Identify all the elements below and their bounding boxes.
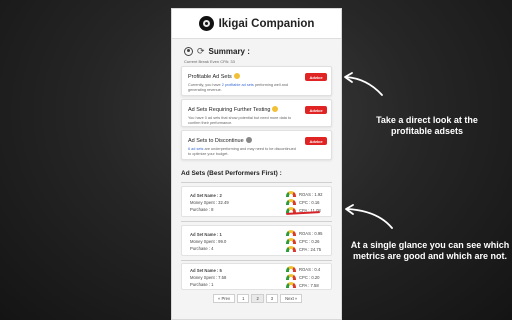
- annotation-note-metrics: At a single glance you can see which met…: [350, 240, 510, 262]
- adset-row[interactable]: Ad Set Name : 1 Money Spent : 99.0 Purch…: [181, 225, 332, 256]
- next-page-button[interactable]: Next »: [280, 294, 303, 303]
- refresh-icon[interactable]: ⟳: [197, 46, 205, 56]
- card-description: Currently, you have 2 profitable ad sets…: [188, 83, 288, 92]
- discontinue-count-link[interactable]: 6 ad sets: [188, 147, 203, 151]
- card-title: Ad Sets to Discontinue: [188, 138, 244, 144]
- gear-icon[interactable]: [184, 46, 193, 56]
- adset-row[interactable]: Ad Set Name : 5 Money Spent : 7.58 Purch…: [181, 263, 332, 290]
- page-2-button[interactable]: 2: [251, 294, 264, 303]
- annotation-note-profitable: Take a direct look at the profitable ads…: [376, 115, 478, 137]
- arrow-to-metrics-icon: [346, 208, 393, 229]
- breakeven-cpa: Current Break Even CPA: 33: [184, 59, 235, 64]
- discontinue-adsets-card: Ad Sets to Discontinue 6 ad sets are und…: [181, 130, 332, 160]
- profitable-count-link[interactable]: 2 profitable ad sets: [222, 83, 254, 87]
- arrow-to-profitable-icon: [345, 76, 383, 96]
- cpa-metric: CPA : 24.75: [286, 246, 321, 252]
- gauge-icon: [286, 274, 296, 280]
- advice-button[interactable]: Advice: [305, 106, 327, 114]
- adset-purchase: Purchase : 8: [190, 207, 214, 212]
- page-1-button[interactable]: 1: [237, 294, 250, 303]
- divider: [181, 260, 332, 261]
- adset-purchase: Purchase : 4: [190, 246, 214, 251]
- page-3-button[interactable]: 3: [265, 294, 279, 303]
- gauge-icon: [286, 266, 296, 272]
- gauge-icon: [286, 282, 296, 288]
- card-description: 6 ad sets are underperforming and may ne…: [188, 147, 296, 156]
- adset-name: Ad Set Name : 2: [190, 193, 222, 198]
- skull-icon: [245, 137, 252, 143]
- adset-spent: Money Spent : 99.0: [190, 239, 227, 244]
- card-description: You have 0 ad sets that show potential b…: [188, 116, 292, 125]
- cpa-metric: CPA : 7.58: [286, 282, 319, 288]
- app-header: Ikigai Companion: [172, 9, 341, 39]
- roas-metric: ROAS : 0.4: [286, 266, 320, 272]
- summary-header: ⟳ Summary :: [172, 39, 341, 57]
- cpc-metric: CPC : 0.26: [286, 238, 319, 244]
- testing-adsets-card: Ad Sets Requiring Further Testing You ha…: [181, 99, 332, 127]
- gauge-icon: [286, 230, 296, 236]
- adset-spent: Money Spent : 32.49: [190, 200, 229, 205]
- cpc-metric: CPC : 0.20: [286, 274, 319, 280]
- roas-metric: ROAS : 1.92: [286, 191, 323, 197]
- adset-name: Ad Set Name : 5: [190, 268, 222, 273]
- adset-name: Ad Set Name : 1: [190, 232, 222, 237]
- adset-spent: Money Spent : 7.58: [190, 275, 227, 280]
- roas-metric: ROAS : 0.95: [286, 230, 323, 236]
- summary-title: Summary :: [208, 46, 250, 56]
- gauge-icon: [286, 246, 296, 252]
- gauge-icon: [286, 238, 296, 244]
- card-title: Ad Sets Requiring Further Testing: [188, 107, 271, 113]
- advice-button[interactable]: Advice: [305, 73, 327, 81]
- pagination: « Prev 1 2 3 Next »: [213, 294, 303, 303]
- thinking-face-icon: [272, 106, 279, 112]
- advice-button[interactable]: Advice: [305, 137, 327, 145]
- adsets-section-title: Ad Sets (Best Performers First) :: [181, 170, 282, 177]
- divider: [181, 182, 332, 183]
- profitable-adsets-card: Profitable Ad Sets Currently, you have 2…: [181, 66, 332, 96]
- cpc-metric: CPC : 0.16: [286, 199, 319, 205]
- money-face-icon: [233, 73, 240, 79]
- gauge-icon: [286, 199, 296, 205]
- card-title: Profitable Ad Sets: [188, 74, 232, 80]
- gauge-icon: [286, 191, 296, 197]
- app-title: Ikigai Companion: [218, 17, 315, 30]
- divider: [181, 221, 332, 222]
- adset-purchase: Purchase : 1: [190, 282, 214, 287]
- ikigai-logo-icon: [198, 16, 214, 31]
- prev-page-button[interactable]: « Prev: [213, 294, 236, 303]
